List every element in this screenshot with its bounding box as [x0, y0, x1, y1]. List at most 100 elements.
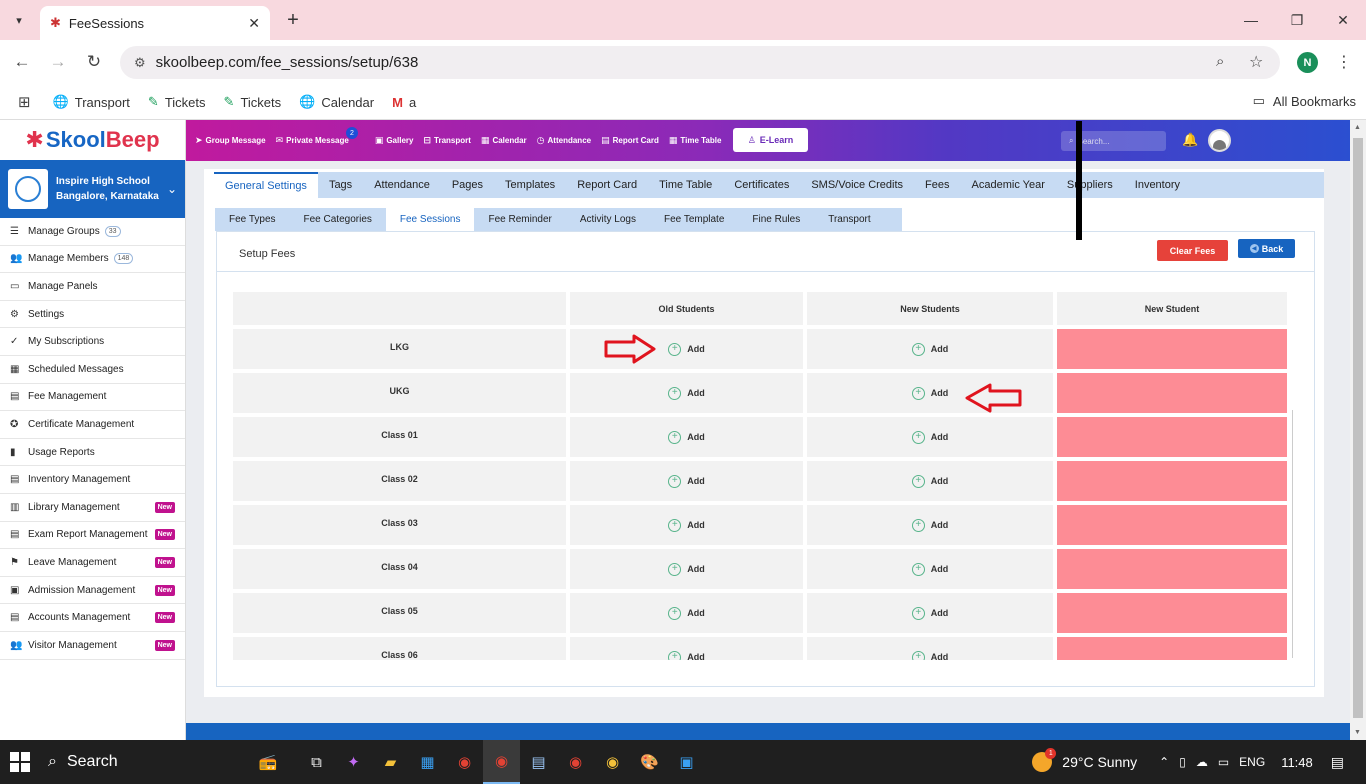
clock[interactable]: 11:48 [1281, 755, 1313, 770]
zoom-icon[interactable]: ⌕ [1216, 53, 1224, 70]
paint-icon[interactable]: 🎨 [631, 740, 668, 784]
sidebar-item-certificate-management[interactable]: ✪ Certificate Management [0, 411, 185, 439]
add-fee-button[interactable]: + Add [911, 606, 948, 620]
nav-time-table[interactable]: ▦ Time Table [664, 120, 727, 161]
file-explorer-icon[interactable]: ▰ [372, 740, 409, 784]
profile-avatar[interactable]: N [1297, 52, 1318, 73]
scroll-up-icon[interactable]: ▲ [1354, 124, 1361, 131]
site-info-icon[interactable]: ⚙ [134, 55, 146, 71]
sidebar-item-exam-report-management[interactable]: ▤ Exam Report Management New [0, 522, 185, 550]
add-fee-button[interactable]: + Add [668, 562, 705, 576]
windows-start-icon[interactable] [10, 752, 30, 772]
chrome-canary-icon[interactable]: ◉ [594, 740, 631, 784]
add-fee-button[interactable]: + Add [668, 518, 705, 532]
back-arrow-icon[interactable]: ← [10, 50, 34, 74]
sidebar-item-settings[interactable]: ⚙ Settings [0, 301, 185, 329]
fee-tab-activity-logs[interactable]: Activity Logs [566, 208, 650, 231]
tab-templates[interactable]: Templates [494, 172, 566, 198]
fee-tab-fee-reminder[interactable]: Fee Reminder [474, 208, 565, 231]
add-fee-button[interactable]: + Add [911, 562, 948, 576]
add-fee-button[interactable]: + Add [911, 650, 948, 660]
fee-tab-fine-rules[interactable]: Fine Rules [738, 208, 814, 231]
copilot-icon[interactable]: ✦ [335, 740, 372, 784]
task-view-icon[interactable]: ⧉ [298, 740, 335, 784]
bookmark-transport[interactable]: 🌐 Transport [53, 94, 130, 110]
taskbar-search[interactable]: ⌕ Search [48, 753, 238, 771]
bell-icon[interactable]: 🔔 [1182, 132, 1198, 148]
sidebar-item-my-subscriptions[interactable]: ✓ My Subscriptions [0, 328, 185, 356]
weather-widget[interactable]: 1 29°C Sunny [1032, 748, 1137, 772]
taskbar-radio-icon[interactable]: 📻 [238, 740, 298, 784]
bookmark-calendar[interactable]: 🌐 Calendar [299, 94, 374, 110]
tab-time-table[interactable]: Time Table [648, 172, 723, 198]
minimize-icon[interactable]: — [1228, 0, 1274, 40]
chrome-profile-icon[interactable]: ◉ [557, 740, 594, 784]
add-fee-button[interactable]: + Add [668, 430, 705, 444]
add-fee-button[interactable]: + Add [911, 474, 948, 488]
bookmark-tickets-2[interactable]: ✎ Tickets [224, 94, 282, 110]
user-avatar[interactable] [1208, 129, 1231, 152]
skoolbeep-logo[interactable]: ✱ Skool Beep [0, 120, 185, 160]
sidebar-item-scheduled-messages[interactable]: ▦ Scheduled Messages [0, 356, 185, 384]
chevron-up-icon[interactable]: ⌃ [1159, 755, 1169, 769]
all-bookmarks[interactable]: ▭ All Bookmarks [1253, 93, 1356, 109]
sidebar-item-accounts-management[interactable]: ▤ Accounts Management New [0, 604, 185, 632]
tab-academic-year[interactable]: Academic Year [961, 172, 1056, 198]
chevron-down-icon[interactable]: ⌄ [167, 182, 177, 196]
sidebar-item-usage-reports[interactable]: ▮ Usage Reports [0, 439, 185, 467]
bookmark-gmail[interactable]: Ma [392, 95, 416, 110]
address-bar[interactable]: ⚙ skoolbeep.com/fee_sessions/setup/638 [120, 46, 1280, 79]
fee-tab-fee-template[interactable]: Fee Template [650, 208, 738, 231]
tab-sms-voice-credits[interactable]: SMS/Voice Credits [800, 172, 914, 198]
close-tab-icon[interactable]: ✕ [248, 15, 260, 32]
phone-link-icon[interactable]: ▯ [1179, 755, 1186, 769]
fee-tab-transport[interactable]: Transport [814, 208, 884, 231]
nav-private-message[interactable]: ✉ Private Message [271, 120, 354, 161]
tab-report-card[interactable]: Report Card [566, 172, 648, 198]
sidebar-item-manage-groups[interactable]: ☰ Manage Groups 33 [0, 218, 185, 246]
close-window-icon[interactable]: ✕ [1320, 0, 1366, 40]
add-fee-button[interactable]: + Add [668, 386, 705, 400]
add-fee-button[interactable]: + Add [668, 342, 705, 356]
fee-tab-fee-types[interactable]: Fee Types [215, 208, 290, 231]
add-fee-button[interactable]: + Add [911, 386, 948, 400]
fee-tab-fee-sessions[interactable]: Fee Sessions [385, 208, 475, 231]
browser-menu-icon[interactable]: ⋮ [1336, 52, 1352, 72]
add-fee-button[interactable]: + Add [668, 650, 705, 660]
add-fee-button[interactable]: + Add [911, 430, 948, 444]
chrome-active-icon[interactable]: ◉ [483, 740, 520, 784]
new-tab-button[interactable]: + [282, 9, 304, 31]
cloud-icon[interactable]: ☁ [1196, 755, 1208, 769]
sidebar-item-manage-members[interactable]: 👥 Manage Members 148 [0, 246, 185, 274]
sidebar-item-admission-management[interactable]: ▣ Admission Management New [0, 577, 185, 605]
bookmark-star-icon[interactable]: ☆ [1249, 52, 1263, 72]
photos-icon[interactable]: ▣ [668, 740, 705, 784]
nav-attendance[interactable]: ◷ Attendance [532, 120, 596, 161]
apps-grid-icon[interactable]: ⊞ [18, 93, 31, 111]
wifi-icon[interactable]: ▭ [1218, 755, 1229, 769]
scroll-down-icon[interactable]: ▼ [1354, 729, 1361, 736]
back-button[interactable]: ◀ Back [1238, 239, 1295, 258]
add-fee-button[interactable]: + Add [911, 342, 948, 356]
bookmark-tickets-1[interactable]: ✎ Tickets [148, 94, 206, 110]
restore-icon[interactable]: ❐ [1274, 0, 1320, 40]
add-fee-button[interactable]: + Add [911, 518, 948, 532]
tab-fees[interactable]: Fees [914, 172, 960, 198]
nav-calendar[interactable]: ▦ Calendar [476, 120, 532, 161]
tab-search-button[interactable]: ▾ [8, 9, 30, 31]
tab-certificates[interactable]: Certificates [723, 172, 800, 198]
sidebar-item-visitor-management[interactable]: 👥 Visitor Management New [0, 632, 185, 660]
notification-icon[interactable]: ▤ [1331, 754, 1344, 771]
nav-report-card[interactable]: ▤ Report Card [596, 120, 664, 161]
tab-pages[interactable]: Pages [441, 172, 494, 198]
table-scroll-thumb[interactable] [1076, 121, 1082, 240]
forward-arrow-icon[interactable]: → [46, 50, 70, 74]
store-icon[interactable]: ▦ [409, 740, 446, 784]
add-fee-button[interactable]: + Add [668, 474, 705, 488]
reload-icon[interactable]: ↻ [82, 50, 106, 74]
notepad-icon[interactable]: ▤ [520, 740, 557, 784]
sidebar-item-leave-management[interactable]: ⚑ Leave Management New [0, 549, 185, 577]
sidebar-item-inventory-management[interactable]: ▤ Inventory Management [0, 466, 185, 494]
nav-group-message[interactable]: ➤ Group Message [190, 120, 271, 161]
add-fee-button[interactable]: + Add [668, 606, 705, 620]
